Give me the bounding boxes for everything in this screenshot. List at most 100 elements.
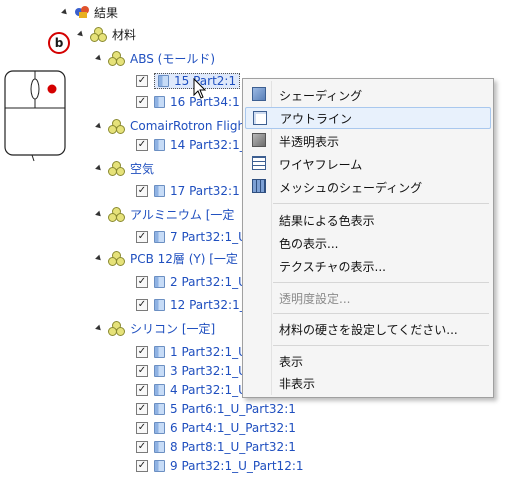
part-label: 3 Part32:1_U — [170, 364, 247, 378]
visibility-checkbox[interactable]: ✓ — [136, 231, 148, 243]
visibility-checkbox[interactable]: ✓ — [136, 365, 148, 377]
material-label: ComairRotron Fligh — [130, 119, 246, 133]
tree-part-row[interactable]: ✓ 14 Part32:1_ — [136, 136, 246, 154]
part-icon — [154, 365, 165, 377]
material-icon — [108, 251, 125, 266]
menu-item-show-texture[interactable]: テクスチャの表示... — [245, 255, 491, 277]
tree-results-row[interactable]: 結果 — [61, 3, 119, 21]
materials-label: 材料 — [112, 27, 137, 42]
menu-separator — [273, 345, 489, 346]
tree-material-silicon[interactable]: シリコン [一定] — [95, 319, 216, 337]
menu-item-set-material-hardness[interactable]: 材料の硬さを設定してください... — [245, 318, 491, 340]
tree-part-row[interactable]: ✓ 12 Part32:1_ — [136, 296, 246, 314]
menu-item-mesh-shading[interactable]: メッシュのシェーディング — [245, 176, 491, 198]
tree-part-row[interactable]: ✓ 2 Part32:1_U — [136, 273, 247, 291]
tree-part-row[interactable]: ✓ 17 Part32:1 — [136, 182, 240, 200]
tree-part-row[interactable]: ✓ 3 Part32:1_U — [136, 362, 247, 380]
visibility-checkbox[interactable]: ✓ — [136, 460, 148, 472]
menu-item-shading[interactable]: シェーディング — [245, 84, 491, 106]
visibility-checkbox[interactable]: ✓ — [136, 96, 148, 108]
expand-arrow-icon[interactable] — [61, 8, 69, 16]
visibility-checkbox[interactable]: ✓ — [136, 441, 148, 453]
part-label: 6 Part4:1_U_Part32:1 — [170, 421, 296, 435]
tree-material-pcb[interactable]: PCB 12層 (Y) [一定 — [95, 249, 238, 267]
part-icon — [154, 422, 165, 434]
material-icon — [90, 27, 107, 42]
tree-part-row[interactable]: ✓ 9 Part32:1_U_Part12:1 — [136, 457, 304, 475]
menu-separator — [273, 203, 489, 204]
tree-material-aluminium[interactable]: アルミニウム [一定 — [95, 205, 235, 223]
outline-icon — [253, 111, 267, 125]
tree-material-abs[interactable]: ABS (モールド) — [95, 49, 215, 67]
context-menu: シェーディング アウトライン 半透明表示 ワイヤフレーム メッシュのシェーディン… — [242, 78, 494, 398]
visibility-checkbox[interactable]: ✓ — [136, 139, 148, 151]
part-icon — [154, 460, 165, 472]
results-icon — [74, 5, 90, 19]
step-marker: b — [48, 32, 70, 54]
expand-arrow-icon[interactable] — [95, 122, 103, 130]
mesh-shading-icon — [252, 179, 266, 193]
tree-part-row[interactable]: ✓ 1 Part32:1_U — [136, 343, 247, 361]
wireframe-icon — [252, 156, 266, 170]
part-icon — [154, 403, 165, 415]
menu-item-outline[interactable]: アウトライン — [245, 107, 491, 129]
visibility-checkbox[interactable]: ✓ — [136, 75, 148, 87]
mouse-cursor-icon — [193, 78, 207, 99]
visibility-checkbox[interactable]: ✓ — [136, 276, 148, 288]
material-icon — [108, 321, 125, 336]
mouse-diagram — [4, 70, 66, 162]
tree-part-row[interactable]: ✓ 4 Part32:1_U — [136, 381, 247, 399]
expand-arrow-icon[interactable] — [95, 210, 103, 218]
tree-material-comairrotron[interactable]: ComairRotron Fligh — [95, 117, 246, 135]
part-icon — [154, 231, 165, 243]
material-icon — [108, 161, 125, 176]
material-icon — [108, 207, 125, 222]
tree-materials-row[interactable]: 材料 — [77, 25, 137, 43]
tree-part-row[interactable]: ✓ 8 Part8:1_U_Part32:1 — [136, 438, 296, 456]
part-icon — [154, 96, 165, 108]
expand-arrow-icon[interactable] — [95, 54, 103, 62]
expand-arrow-icon[interactable] — [77, 30, 85, 38]
results-label: 結果 — [94, 5, 119, 20]
part-icon — [154, 441, 165, 453]
material-label: アルミニウム [一定 — [130, 207, 235, 222]
visibility-checkbox[interactable]: ✓ — [136, 384, 148, 396]
menu-item-show-color[interactable]: 色の表示... — [245, 232, 491, 254]
part-label: 2 Part32:1_U — [170, 275, 247, 289]
tree-part-row[interactable]: ✓ 6 Part4:1_U_Part32:1 — [136, 419, 296, 437]
menu-item-wireframe[interactable]: ワイヤフレーム — [245, 153, 491, 175]
part-label: 12 Part32:1_ — [170, 298, 246, 312]
material-icon — [108, 51, 125, 66]
tree-material-air[interactable]: 空気 — [95, 159, 154, 177]
menu-separator — [273, 282, 489, 283]
part-label: 1 Part32:1_U — [170, 345, 247, 359]
part-label: 17 Part32:1 — [170, 184, 240, 198]
part-icon — [154, 299, 165, 311]
part-icon — [158, 75, 169, 87]
visibility-checkbox[interactable]: ✓ — [136, 403, 148, 415]
visibility-checkbox[interactable]: ✓ — [136, 422, 148, 434]
menu-item-show[interactable]: 表示 — [245, 350, 491, 372]
tree-part-row[interactable]: ✓ 5 Part6:1_U_Part32:1 — [136, 400, 296, 418]
part-label: 7 Part32:1_U — [170, 230, 247, 244]
material-label: シリコン [一定] — [130, 321, 216, 336]
part-label: 4 Part32:1_U — [170, 383, 247, 397]
tree-part-row[interactable]: ✓ 16 Part34:1 — [136, 93, 240, 111]
translucent-icon — [252, 133, 266, 147]
expand-arrow-icon[interactable] — [95, 324, 103, 332]
part-label: 8 Part8:1_U_Part32:1 — [170, 440, 296, 454]
material-icon — [108, 119, 125, 134]
menu-item-hide[interactable]: 非表示 — [245, 372, 491, 394]
part-label: 9 Part32:1_U_Part12:1 — [170, 459, 304, 473]
visibility-checkbox[interactable]: ✓ — [136, 185, 148, 197]
expand-arrow-icon[interactable] — [95, 254, 103, 262]
tree-part-row[interactable]: ✓ 7 Part32:1_U — [136, 228, 247, 246]
menu-separator — [273, 313, 489, 314]
expand-arrow-icon[interactable] — [95, 164, 103, 172]
visibility-checkbox[interactable]: ✓ — [136, 346, 148, 358]
tree-part-row[interactable]: ✓ 15 Part2:1 — [136, 72, 241, 90]
menu-item-color-by-results[interactable]: 結果による色表示 — [245, 209, 491, 231]
visibility-checkbox[interactable]: ✓ — [136, 299, 148, 311]
part-icon — [154, 346, 165, 358]
menu-item-translucent[interactable]: 半透明表示 — [245, 130, 491, 152]
